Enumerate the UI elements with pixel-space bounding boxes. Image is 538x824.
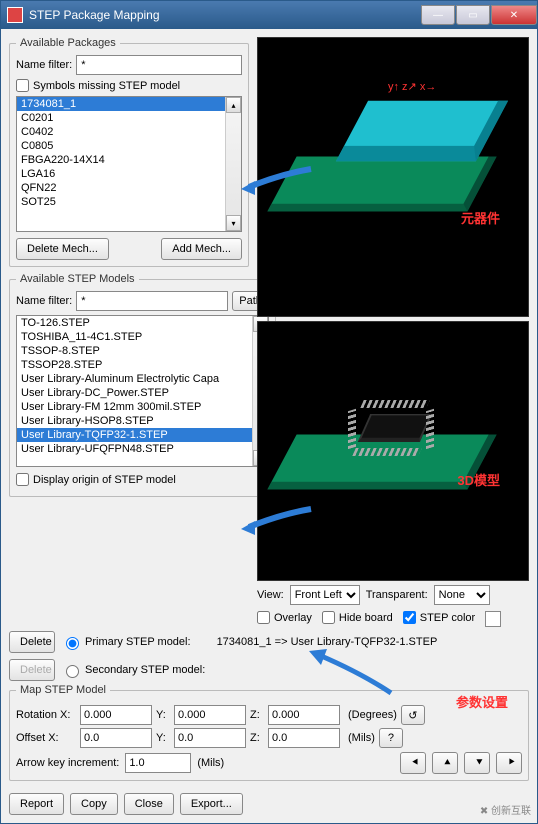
offset-x-label: Offset X:: [16, 732, 76, 744]
primary-label: Primary STEP model:: [85, 636, 191, 648]
minimize-button[interactable]: —: [421, 5, 455, 25]
list-item[interactable]: FBGA220-14X14: [17, 153, 241, 167]
export-button[interactable]: Export...: [180, 793, 243, 815]
axes-icon: y↑ z↗ x→: [388, 80, 436, 93]
model-name-filter-label: Name filter:: [16, 295, 72, 307]
scroll-up-icon[interactable]: ▴: [226, 97, 241, 113]
transparent-select[interactable]: None: [434, 585, 490, 605]
step-color-label: STEP color: [420, 612, 475, 624]
step-color-checkbox[interactable]: [403, 611, 416, 624]
annotation-params: 参数设置: [456, 692, 508, 711]
pkg-name-filter-label: Name filter:: [16, 59, 72, 71]
transparent-label: Transparent:: [366, 589, 428, 601]
arrow-right-button[interactable]: ⯈: [496, 752, 522, 774]
arrow-down-button[interactable]: ⯆: [464, 752, 490, 774]
map-step-model-group: Map STEP Model 参数设置 Rotation X: Y: Z: (D…: [9, 684, 529, 781]
watermark: ✖ 创新互联: [480, 802, 531, 817]
overlay-checkbox[interactable]: [257, 611, 270, 624]
arrow-inc-unit: (Mils): [197, 757, 224, 769]
list-item[interactable]: User Library-UFQFPN48.STEP: [17, 442, 268, 456]
list-item[interactable]: TSSOP28.STEP: [17, 358, 268, 372]
rotation-y-input[interactable]: [174, 705, 246, 725]
secondary-label: Secondary STEP model:: [85, 664, 205, 676]
display-origin-label: Display origin of STEP model: [33, 474, 176, 486]
rotation-x-input[interactable]: [80, 705, 152, 725]
titlebar[interactable]: STEP Package Mapping — ▭ ✕: [1, 1, 537, 29]
offset-y-input[interactable]: [174, 728, 246, 748]
overlay-label: Overlay: [274, 612, 312, 624]
delete-primary-button[interactable]: Delete: [9, 631, 55, 653]
available-models-legend: Available STEP Models: [16, 273, 139, 285]
list-item[interactable]: LGA16: [17, 167, 241, 181]
list-item[interactable]: QFN22: [17, 181, 241, 195]
list-item[interactable]: SOT25: [17, 195, 241, 209]
offset-y-label: Y:: [156, 732, 170, 744]
report-button[interactable]: Report: [9, 793, 64, 815]
annotation-3dmodel: 3D模型: [457, 470, 500, 489]
list-item[interactable]: User Library-HSOP8.STEP: [17, 414, 268, 428]
symbols-missing-checkbox[interactable]: [16, 79, 29, 92]
list-item[interactable]: 1734081_1: [17, 97, 241, 111]
symbols-missing-label: Symbols missing STEP model: [33, 80, 180, 92]
list-item[interactable]: TOSHIBA_11-4C1.STEP: [17, 330, 268, 344]
arrow-inc-label: Arrow key increment:: [16, 757, 119, 769]
view-label: View:: [257, 589, 284, 601]
scrollbar[interactable]: ▴ ▾: [225, 97, 241, 231]
mils-label: (Mils): [348, 732, 375, 744]
hide-board-checkbox[interactable]: [322, 611, 335, 624]
secondary-radio[interactable]: [66, 665, 79, 678]
pkg-name-filter-input[interactable]: [76, 55, 242, 75]
delete-mech-button[interactable]: Delete Mech...: [16, 238, 109, 260]
delete-secondary-button[interactable]: Delete: [9, 659, 55, 681]
preview-3d-package[interactable]: y↑ z↗ x→ 元器件: [257, 37, 529, 317]
list-item[interactable]: TO-126.STEP: [17, 316, 268, 330]
offset-z-input[interactable]: [268, 728, 340, 748]
add-mech-button[interactable]: Add Mech...: [161, 238, 242, 260]
arrow-up-button[interactable]: ⯅: [432, 752, 458, 774]
view-select[interactable]: Front Left: [290, 585, 360, 605]
list-item[interactable]: User Library-Aluminum Electrolytic Capa: [17, 372, 268, 386]
rotation-y-label: Y:: [156, 709, 170, 721]
model-name-filter-input[interactable]: [76, 291, 228, 311]
list-item[interactable]: User Library-DC_Power.STEP: [17, 386, 268, 400]
arrow-left-button[interactable]: ⯇: [400, 752, 426, 774]
close-dialog-button[interactable]: Close: [124, 793, 174, 815]
offset-z-label: Z:: [250, 732, 264, 744]
primary-mapping-value: 1734081_1 => User Library-TQFP32-1.STEP: [217, 636, 438, 648]
packages-listbox[interactable]: 1734081_1C0201C0402C0805FBGA220-14X14LGA…: [16, 96, 242, 232]
display-origin-checkbox[interactable]: [16, 473, 29, 486]
preview-3d-model[interactable]: 3D模型: [257, 321, 529, 581]
map-legend: Map STEP Model: [16, 684, 110, 696]
list-item[interactable]: C0805: [17, 139, 241, 153]
available-models-group: Available STEP Models Name filter: Path …: [9, 273, 276, 497]
close-button[interactable]: ✕: [491, 5, 537, 25]
list-item[interactable]: User Library-FM 12mm 300mil.STEP: [17, 400, 268, 414]
rotation-x-label: Rotation X:: [16, 709, 76, 721]
help-button[interactable]: ?: [379, 728, 403, 748]
window-title: STEP Package Mapping: [29, 8, 420, 22]
arrow-inc-input[interactable]: [125, 753, 191, 773]
annotation-component: 元器件: [461, 208, 500, 227]
step-color-swatch[interactable]: [485, 611, 501, 627]
list-item[interactable]: C0402: [17, 125, 241, 139]
rotate-ccw-button[interactable]: ↺: [401, 705, 425, 725]
copy-button[interactable]: Copy: [70, 793, 118, 815]
app-icon: [7, 7, 23, 23]
list-item[interactable]: TSSOP-8.STEP: [17, 344, 268, 358]
hide-board-label: Hide board: [339, 612, 393, 624]
offset-x-input[interactable]: [80, 728, 152, 748]
degrees-label: (Degrees): [348, 709, 397, 721]
models-listbox[interactable]: TO-126.STEPTOSHIBA_11-4C1.STEPTSSOP-8.ST…: [16, 315, 269, 467]
list-item[interactable]: C0201: [17, 111, 241, 125]
maximize-button[interactable]: ▭: [456, 5, 490, 25]
rotation-z-label: Z:: [250, 709, 264, 721]
rotation-z-input[interactable]: [268, 705, 340, 725]
window-frame: STEP Package Mapping — ▭ ✕ Available Pac…: [0, 0, 538, 824]
list-item[interactable]: User Library-TQFP32-1.STEP: [17, 428, 268, 442]
scroll-down-icon[interactable]: ▾: [226, 215, 241, 231]
available-packages-legend: Available Packages: [16, 37, 120, 49]
available-packages-group: Available Packages Name filter: Symbols …: [9, 37, 249, 267]
primary-radio[interactable]: [66, 637, 79, 650]
